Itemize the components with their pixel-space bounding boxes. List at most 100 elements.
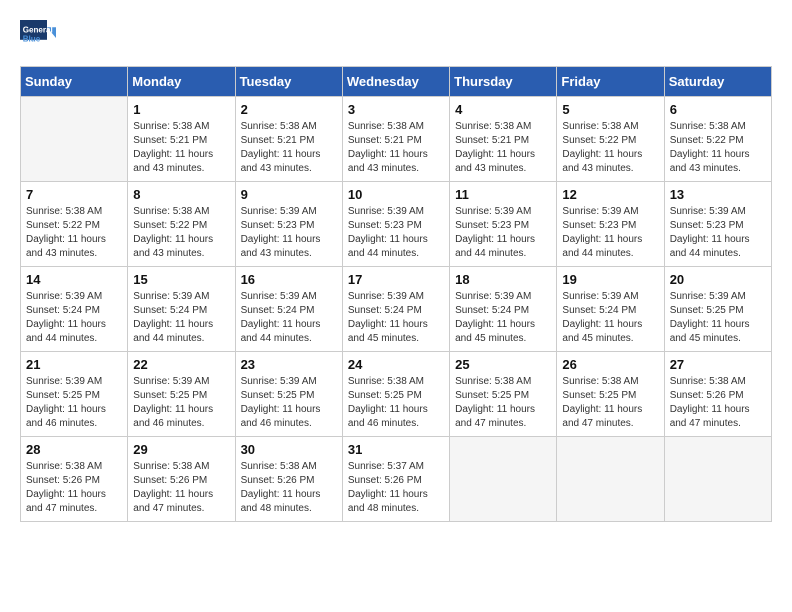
day-number: 31: [348, 442, 444, 457]
day-number: 3: [348, 102, 444, 117]
calendar-cell: 23Sunrise: 5:39 AMSunset: 5:25 PMDayligh…: [235, 352, 342, 437]
calendar-cell: 5 Sunrise: 5:38 AMSunset: 5:22 PMDaylight…: [557, 97, 664, 182]
day-number: 2: [241, 102, 337, 117]
calendar-cell: 2Sunrise: 5:38 AMSunset: 5:21 PMDaylight…: [235, 97, 342, 182]
day-number: 12: [562, 187, 658, 202]
cell-details: Sunrise: 5:39 AMSunset: 5:25 PMDaylight:…: [26, 375, 122, 431]
day-number: 29: [133, 442, 229, 457]
weekday-header-thursday: Thursday: [450, 67, 557, 97]
cell-details: Sunrise: 5:39 AMSunset: 5:23 PMDaylight:…: [455, 205, 551, 261]
cell-details: Sunrise: 5:38 AMSunset: 5:22 PMDaylight:…: [670, 120, 766, 176]
calendar-cell: 13 Sunrise: 5:39 AMSunset: 5:23 PMDayligh…: [664, 182, 771, 267]
calendar-cell: 24 Sunrise: 5:38 AMSunset: 5:25 PMDayligh…: [342, 352, 449, 437]
calendar-cell: 7Sunrise: 5:38 AMSunset: 5:22 PMDaylight…: [21, 182, 128, 267]
svg-text:Blue: Blue: [23, 35, 41, 44]
cell-details: Sunrise: 5:38 AMSunset: 5:25 PMDaylight:…: [348, 375, 444, 431]
calendar-cell: 17 Sunrise: 5:39 AMSunset: 5:24 PMDayligh…: [342, 267, 449, 352]
cell-details: Sunrise: 5:39 AMSunset: 5:24 PMDaylight:…: [133, 290, 229, 346]
cell-details: Sunrise: 5:39 AMSunset: 5:24 PMDaylight:…: [348, 290, 444, 346]
day-number: 23: [241, 357, 337, 372]
weekday-header-tuesday: Tuesday: [235, 67, 342, 97]
day-number: 10: [348, 187, 444, 202]
calendar-cell: 14 Sunrise: 5:39 AMSunset: 5:24 PMDayligh…: [21, 267, 128, 352]
calendar-cell: 25 Sunrise: 5:38 AMSunset: 5:25 PMDayligh…: [450, 352, 557, 437]
page-header: General Blue: [20, 20, 772, 56]
weekday-header-saturday: Saturday: [664, 67, 771, 97]
cell-details: Sunrise: 5:39 AMSunset: 5:25 PMDaylight:…: [670, 290, 766, 346]
week-row-1: 1 Sunrise: 5:38 AMSunset: 5:21 PMDaylight…: [21, 97, 772, 182]
day-number: 24: [348, 357, 444, 372]
day-number: 26: [562, 357, 658, 372]
calendar-cell: 26Sunrise: 5:38 AMSunset: 5:25 PMDayligh…: [557, 352, 664, 437]
day-number: 30: [241, 442, 337, 457]
day-number: 8: [133, 187, 229, 202]
cell-details: Sunrise: 5:38 AMSunset: 5:26 PMDaylight:…: [26, 460, 122, 516]
cell-details: Sunrise: 5:39 AMSunset: 5:23 PMDaylight:…: [562, 205, 658, 261]
day-number: 20: [670, 272, 766, 287]
calendar-cell: 8 Sunrise: 5:38 AMSunset: 5:22 PMDaylight…: [128, 182, 235, 267]
cell-details: Sunrise: 5:38 AMSunset: 5:21 PMDaylight:…: [455, 120, 551, 176]
day-number: 27: [670, 357, 766, 372]
day-number: 18: [455, 272, 551, 287]
week-row-2: 7Sunrise: 5:38 AMSunset: 5:22 PMDaylight…: [21, 182, 772, 267]
day-number: 25: [455, 357, 551, 372]
weekday-header-wednesday: Wednesday: [342, 67, 449, 97]
calendar-cell: 31 Sunrise: 5:37 AMSunset: 5:26 PMDayligh…: [342, 437, 449, 522]
day-number: 15: [133, 272, 229, 287]
cell-details: Sunrise: 5:39 AMSunset: 5:24 PMDaylight:…: [26, 290, 122, 346]
day-number: 21: [26, 357, 122, 372]
cell-details: Sunrise: 5:38 AMSunset: 5:22 PMDaylight:…: [133, 205, 229, 261]
cell-details: Sunrise: 5:39 AMSunset: 5:23 PMDaylight:…: [241, 205, 337, 261]
calendar-cell: 27Sunrise: 5:38 AMSunset: 5:26 PMDayligh…: [664, 352, 771, 437]
day-number: 5: [562, 102, 658, 117]
calendar-cell: 6 Sunrise: 5:38 AMSunset: 5:22 PMDaylight…: [664, 97, 771, 182]
cell-details: Sunrise: 5:39 AMSunset: 5:25 PMDaylight:…: [133, 375, 229, 431]
calendar-cell: [450, 437, 557, 522]
calendar-cell: 21 Sunrise: 5:39 AMSunset: 5:25 PMDayligh…: [21, 352, 128, 437]
calendar-cell: [664, 437, 771, 522]
cell-details: Sunrise: 5:39 AMSunset: 5:23 PMDaylight:…: [348, 205, 444, 261]
day-number: 13: [670, 187, 766, 202]
week-row-4: 21 Sunrise: 5:39 AMSunset: 5:25 PMDayligh…: [21, 352, 772, 437]
calendar-cell: 22Sunrise: 5:39 AMSunset: 5:25 PMDayligh…: [128, 352, 235, 437]
calendar-cell: 4 Sunrise: 5:38 AMSunset: 5:21 PMDaylight…: [450, 97, 557, 182]
day-number: 19: [562, 272, 658, 287]
calendar-cell: 12 Sunrise: 5:39 AMSunset: 5:23 PMDayligh…: [557, 182, 664, 267]
cell-details: Sunrise: 5:38 AMSunset: 5:22 PMDaylight:…: [562, 120, 658, 176]
weekday-header-monday: Monday: [128, 67, 235, 97]
calendar-cell: 3 Sunrise: 5:38 AMSunset: 5:21 PMDaylight…: [342, 97, 449, 182]
calendar-cell: 15 Sunrise: 5:39 AMSunset: 5:24 PMDayligh…: [128, 267, 235, 352]
calendar-cell: 10 Sunrise: 5:39 AMSunset: 5:23 PMDayligh…: [342, 182, 449, 267]
logo-icon: General Blue: [20, 20, 56, 56]
day-number: 16: [241, 272, 337, 287]
cell-details: Sunrise: 5:38 AMSunset: 5:25 PMDaylight:…: [455, 375, 551, 431]
calendar-cell: 29 Sunrise: 5:38 AMSunset: 5:26 PMDayligh…: [128, 437, 235, 522]
day-number: 1: [133, 102, 229, 117]
day-number: 17: [348, 272, 444, 287]
day-number: 28: [26, 442, 122, 457]
cell-details: Sunrise: 5:38 AMSunset: 5:21 PMDaylight:…: [348, 120, 444, 176]
calendar-cell: [557, 437, 664, 522]
cell-details: Sunrise: 5:39 AMSunset: 5:23 PMDaylight:…: [670, 205, 766, 261]
cell-details: Sunrise: 5:39 AMSunset: 5:24 PMDaylight:…: [241, 290, 337, 346]
cell-details: Sunrise: 5:38 AMSunset: 5:26 PMDaylight:…: [133, 460, 229, 516]
day-number: 11: [455, 187, 551, 202]
weekday-header-friday: Friday: [557, 67, 664, 97]
logo: General Blue: [20, 20, 56, 56]
cell-details: Sunrise: 5:38 AMSunset: 5:22 PMDaylight:…: [26, 205, 122, 261]
calendar-cell: 1 Sunrise: 5:38 AMSunset: 5:21 PMDaylight…: [128, 97, 235, 182]
cell-details: Sunrise: 5:38 AMSunset: 5:26 PMDaylight:…: [241, 460, 337, 516]
weekday-header-row: SundayMondayTuesdayWednesdayThursdayFrid…: [21, 67, 772, 97]
cell-details: Sunrise: 5:39 AMSunset: 5:24 PMDaylight:…: [455, 290, 551, 346]
calendar-table: SundayMondayTuesdayWednesdayThursdayFrid…: [20, 66, 772, 522]
calendar-cell: 9Sunrise: 5:39 AMSunset: 5:23 PMDaylight…: [235, 182, 342, 267]
weekday-header-sunday: Sunday: [21, 67, 128, 97]
day-number: 14: [26, 272, 122, 287]
calendar-cell: 20 Sunrise: 5:39 AMSunset: 5:25 PMDayligh…: [664, 267, 771, 352]
calendar-cell: 16 Sunrise: 5:39 AMSunset: 5:24 PMDayligh…: [235, 267, 342, 352]
day-number: 6: [670, 102, 766, 117]
cell-details: Sunrise: 5:39 AMSunset: 5:24 PMDaylight:…: [562, 290, 658, 346]
cell-details: Sunrise: 5:38 AMSunset: 5:21 PMDaylight:…: [133, 120, 229, 176]
cell-details: Sunrise: 5:37 AMSunset: 5:26 PMDaylight:…: [348, 460, 444, 516]
day-number: 4: [455, 102, 551, 117]
